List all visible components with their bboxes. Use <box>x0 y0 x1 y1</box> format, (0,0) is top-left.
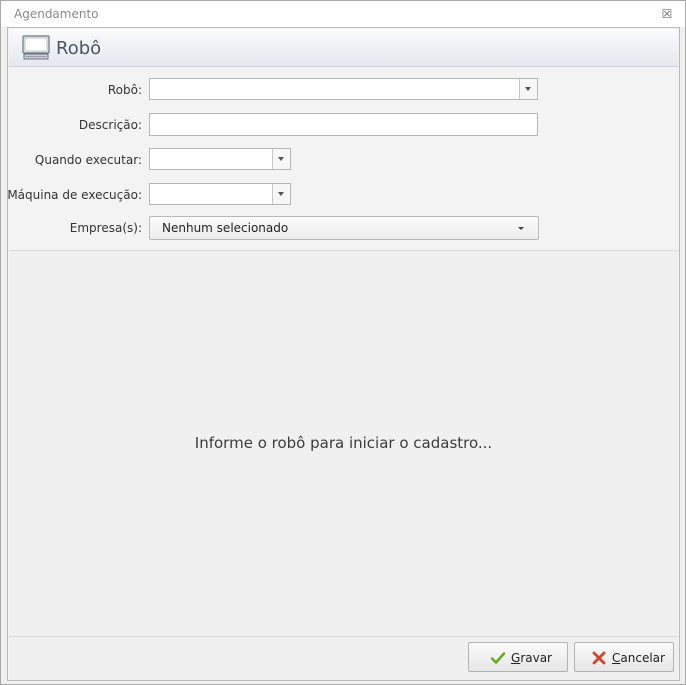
cancel-x-icon <box>592 651 606 665</box>
section-header: Robô <box>9 29 678 67</box>
close-icon[interactable]: ☒ <box>661 8 673 20</box>
empresas-multiselect[interactable]: Nenhum selecionado <box>149 216 539 240</box>
quando-label: Quando executar: <box>34 153 142 167</box>
gravar-label: Gravar <box>511 651 552 665</box>
content-area: Informe o robô para iniciar o cadastro..… <box>9 251 678 636</box>
section-title: Robô <box>56 38 102 59</box>
empty-state-message: Informe o robô para iniciar o cadastro..… <box>194 434 493 452</box>
descricao-label: Descrição: <box>78 118 142 132</box>
robo-select[interactable] <box>149 78 538 100</box>
chevron-down-icon[interactable] <box>272 149 290 169</box>
title-bar: Agendamento ☒ <box>1 1 685 27</box>
descricao-row: Descrição: <box>8 113 679 137</box>
robo-row: Robô: <box>8 78 679 102</box>
maquina-row: Máquina de execução: <box>7 183 679 207</box>
chevron-down-icon <box>518 227 524 230</box>
monitor-icon <box>22 35 50 60</box>
empresas-row: Empresa(s): Nenhum selecionado <box>8 216 679 240</box>
schedule-form: Robô: Descrição: Quando executar: Máquin… <box>7 68 679 250</box>
chevron-down-icon[interactable] <box>519 79 537 99</box>
empresas-label: Empresa(s): <box>69 221 142 235</box>
quando-row: Quando executar: <box>8 148 679 172</box>
cancelar-button[interactable]: Cancelar <box>574 642 674 672</box>
button-bar: Gravar Cancelar <box>9 636 678 680</box>
maquina-label: Máquina de execução: <box>7 188 142 202</box>
quando-executar-select[interactable] <box>149 148 291 170</box>
agendamento-window: Agendamento ☒ Robô Robô: Descrição: Quan… <box>0 0 686 685</box>
gravar-button[interactable]: Gravar <box>468 642 568 672</box>
chevron-down-icon[interactable] <box>272 184 290 204</box>
cancelar-label: Cancelar <box>612 651 665 665</box>
empresas-value: Nenhum selecionado <box>162 221 289 235</box>
maquina-execucao-select[interactable] <box>149 183 291 205</box>
form-frame: Robô Robô: Descrição: Quando executar: M… <box>7 27 680 681</box>
robo-label: Robô: <box>107 83 142 97</box>
window-title: Agendamento <box>14 7 99 21</box>
check-icon <box>491 652 505 664</box>
descricao-input[interactable] <box>149 113 538 136</box>
